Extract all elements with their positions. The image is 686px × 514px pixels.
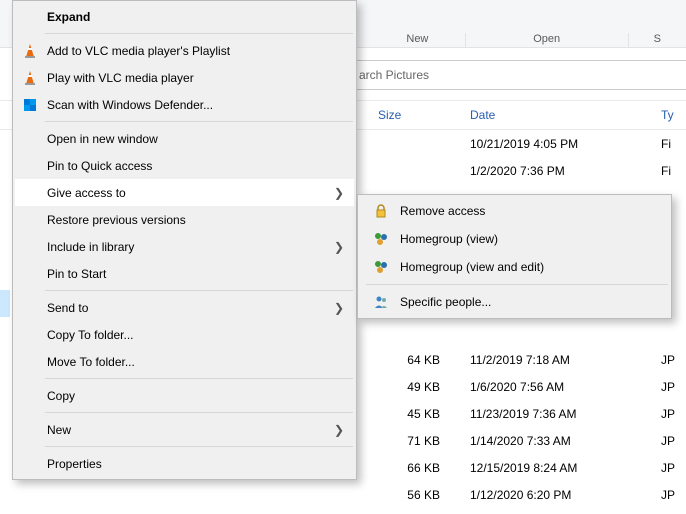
menu-label: Add to VLC media player's Playlist [47, 44, 230, 58]
ribbon-group-open: Open [466, 33, 629, 47]
submenu-label: Homegroup (view and edit) [400, 260, 544, 274]
context-menu: Expand Add to VLC media player's Playlis… [12, 0, 357, 480]
separator [45, 446, 353, 447]
submenu-homegroup-view-edit[interactable]: Homegroup (view and edit) [360, 253, 669, 281]
submenu-arrow-icon: ❯ [334, 186, 344, 200]
menu-copy[interactable]: Copy [15, 382, 354, 409]
submenu-arrow-icon: ❯ [334, 423, 344, 437]
menu-label: Pin to Start [47, 267, 106, 281]
ribbon-group-select: S [629, 33, 686, 47]
submenu-arrow-icon: ❯ [334, 240, 344, 254]
people-icon [372, 293, 390, 311]
cell-size: 71 KB [378, 434, 458, 448]
menu-new[interactable]: New ❯ [15, 416, 354, 443]
submenu-remove-access[interactable]: Remove access [360, 197, 669, 225]
cell-type: JP [661, 434, 675, 448]
cell-date: 12/15/2019 8:24 AM [470, 461, 577, 475]
cell-size: 66 KB [378, 461, 458, 475]
cell-type: JP [661, 407, 675, 421]
menu-label: Send to [47, 301, 88, 315]
submenu-label: Homegroup (view) [400, 232, 498, 246]
ribbon-group-new: New [370, 33, 466, 47]
cell-date: 11/23/2019 7:36 AM [470, 407, 577, 421]
defender-shield-icon [21, 96, 39, 114]
search-input[interactable]: arch Pictures [350, 60, 686, 90]
cell-size: 45 KB [378, 407, 458, 421]
cell-date: 1/12/2020 6:20 PM [470, 488, 571, 502]
cell-size: 49 KB [378, 380, 458, 394]
menu-copy-to-folder[interactable]: Copy To folder... [15, 321, 354, 348]
separator [45, 290, 353, 291]
separator [366, 284, 668, 285]
menu-label: Copy To folder... [47, 328, 134, 342]
search-placeholder: arch Pictures [359, 68, 429, 82]
menu-label: Open in new window [47, 132, 158, 146]
vlc-icon [21, 42, 39, 60]
submenu-arrow-icon: ❯ [334, 301, 344, 315]
menu-pin-to-start[interactable]: Pin to Start [15, 260, 354, 287]
menu-pin-quick-access[interactable]: Pin to Quick access [15, 152, 354, 179]
submenu-specific-people[interactable]: Specific people... [360, 288, 669, 316]
cell-date: 1/14/2020 7:33 AM [470, 434, 571, 448]
menu-label: Properties [47, 457, 102, 471]
separator [45, 121, 353, 122]
lock-icon [372, 202, 390, 220]
cell-size: 64 KB [378, 353, 458, 367]
menu-label: Include in library [47, 240, 134, 254]
cell-type: Fi [661, 137, 671, 151]
cell-type: JP [661, 353, 675, 367]
menu-vlc-play[interactable]: Play with VLC media player [15, 64, 354, 91]
cell-type: JP [661, 488, 675, 502]
table-row[interactable]: 56 KB 1/12/2020 6:20 PM JP [0, 481, 686, 508]
menu-send-to[interactable]: Send to ❯ [15, 294, 354, 321]
menu-label: Move To folder... [47, 355, 135, 369]
menu-open-new-window[interactable]: Open in new window [15, 125, 354, 152]
menu-label: Scan with Windows Defender... [47, 98, 213, 112]
menu-move-to-folder[interactable]: Move To folder... [15, 348, 354, 375]
cell-date: 10/21/2019 4:05 PM [470, 137, 578, 151]
menu-include-in-library[interactable]: Include in library ❯ [15, 233, 354, 260]
vlc-icon [21, 69, 39, 87]
menu-give-access-to[interactable]: Give access to ❯ [15, 179, 354, 206]
separator [45, 378, 353, 379]
menu-label: Copy [47, 389, 75, 403]
cell-type: Fi [661, 164, 671, 178]
menu-expand[interactable]: Expand [15, 3, 354, 30]
give-access-to-submenu: Remove access Homegroup (view) Homegroup… [357, 194, 672, 319]
column-date[interactable]: Date [470, 108, 495, 122]
menu-label: Pin to Quick access [47, 159, 152, 173]
menu-vlc-add[interactable]: Add to VLC media player's Playlist [15, 37, 354, 64]
menu-label: Give access to [47, 186, 126, 200]
menu-label: New [47, 423, 71, 437]
separator [45, 412, 353, 413]
cell-size: 56 KB [378, 488, 458, 502]
menu-label: Expand [47, 10, 90, 24]
menu-defender[interactable]: Scan with Windows Defender... [15, 91, 354, 118]
submenu-label: Specific people... [400, 295, 491, 309]
cell-type: JP [661, 380, 675, 394]
separator [45, 33, 353, 34]
menu-label: Play with VLC media player [47, 71, 194, 85]
homegroup-icon [372, 258, 390, 276]
column-type[interactable]: Ty [661, 108, 674, 122]
cell-date: 1/6/2020 7:56 AM [470, 380, 564, 394]
homegroup-icon [372, 230, 390, 248]
submenu-label: Remove access [400, 204, 485, 218]
menu-label: Restore previous versions [47, 213, 186, 227]
column-size[interactable]: Size [378, 108, 401, 122]
menu-properties[interactable]: Properties [15, 450, 354, 477]
cell-type: JP [661, 461, 675, 475]
cell-date: 1/2/2020 7:36 PM [470, 164, 565, 178]
submenu-homegroup-view[interactable]: Homegroup (view) [360, 225, 669, 253]
menu-restore-previous-versions[interactable]: Restore previous versions [15, 206, 354, 233]
cell-date: 11/2/2019 7:18 AM [470, 353, 570, 367]
